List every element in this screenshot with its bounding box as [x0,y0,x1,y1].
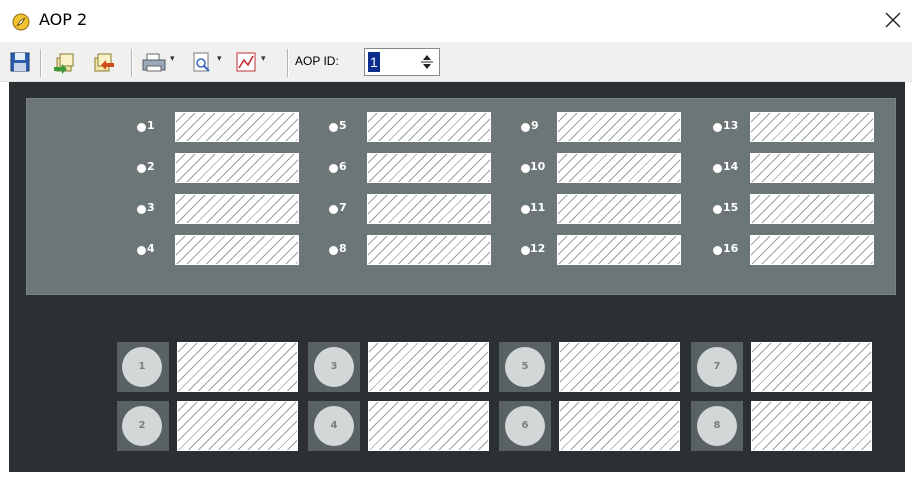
led-indicator [713,246,722,255]
led-number: 3 [147,201,155,214]
chevron-down-icon[interactable]: ▾ [217,55,222,64]
pushbutton-label-field[interactable] [177,401,298,451]
pushbutton-label-field[interactable] [368,342,489,392]
led-number: 1 [147,119,155,132]
print-icon[interactable] [141,50,167,74]
led-indicator [137,205,146,214]
pushbutton[interactable]: 5 [505,347,545,387]
window-title: AOP 2 [39,10,88,29]
pushbutton[interactable]: 3 [314,347,354,387]
led-label-field[interactable] [750,112,874,142]
led-label-field[interactable] [367,194,491,224]
led-label-field[interactable] [175,235,299,265]
toolbar-separator [40,49,41,77]
led-label-field[interactable] [175,112,299,142]
pushbutton[interactable]: 1 [122,347,162,387]
led-number: 6 [339,160,347,173]
pushbutton-label-field[interactable] [751,401,872,451]
pushbutton[interactable]: 6 [505,406,545,446]
toolbar-separator [131,49,132,77]
chevron-down-icon[interactable]: ▾ [170,55,175,64]
aop-id-value[interactable]: 1 [368,52,380,72]
report-icon[interactable] [234,50,258,74]
led-label-field[interactable] [750,194,874,224]
print-preview-icon[interactable] [190,50,214,74]
led-label-field[interactable] [175,194,299,224]
led-number: 12 [530,242,546,255]
led-indicator [137,123,146,132]
save-icon[interactable] [9,50,31,74]
led-indicator [521,246,530,255]
aop-id-label: AOP ID: [295,54,339,68]
led-number: 15 [723,201,739,214]
led-label-field[interactable] [557,235,681,265]
led-number: 10 [530,160,546,173]
pushbutton-label-field[interactable] [368,401,489,451]
led-indicator [713,123,722,132]
led-indicator [713,164,722,173]
led-indicator [521,205,530,214]
pushbutton-label-field[interactable] [177,342,298,392]
led-indicator [329,205,338,214]
pushbutton[interactable]: 7 [697,347,737,387]
led-indicator [521,164,530,173]
led-indicator [329,164,338,173]
led-label-field[interactable] [557,112,681,142]
led-number: 13 [723,119,739,132]
close-icon[interactable] [884,11,902,29]
pushbutton-label-field[interactable] [751,342,872,392]
led-indicator [329,246,338,255]
title-bar: AOP 2 [0,0,912,42]
led-number: 2 [147,160,155,173]
led-indicator [137,246,146,255]
led-label-field[interactable] [367,112,491,142]
led-label-field[interactable] [367,235,491,265]
pushbutton[interactable]: 2 [122,406,162,446]
led-number: 16 [723,242,739,255]
pushbutton[interactable]: 8 [697,406,737,446]
led-label-field[interactable] [557,153,681,183]
aop-panel: 1 2 3 4 5 6 7 8 9 10 11 12 13 14 15 16 1… [9,82,905,472]
led-indicator [329,123,338,132]
led-label-field[interactable] [557,194,681,224]
led-number: 9 [531,119,539,132]
spin-arrows-icon[interactable] [419,52,435,72]
led-number: 14 [723,160,739,173]
import-icon[interactable] [52,50,78,74]
led-number: 11 [530,201,546,214]
pushbutton-label-field[interactable] [559,401,680,451]
led-panel: 1 2 3 4 5 6 7 8 9 10 11 12 13 14 15 16 [27,99,895,294]
led-label-field[interactable] [367,153,491,183]
led-label-field[interactable] [750,153,874,183]
led-number: 7 [339,201,347,214]
led-indicator [713,205,722,214]
led-indicator [521,123,530,132]
led-label-field[interactable] [175,153,299,183]
led-number: 5 [339,119,347,132]
chevron-down-icon[interactable]: ▾ [261,55,266,64]
export-icon[interactable] [90,50,116,74]
toolbar: ▾ ▾ ▾ AOP ID: 1 [0,42,912,82]
led-number: 4 [147,242,155,255]
led-indicator [137,164,146,173]
led-label-field[interactable] [750,235,874,265]
pushbutton-label-field[interactable] [559,342,680,392]
compass-icon [12,13,30,31]
pushbutton[interactable]: 4 [314,406,354,446]
toolbar-separator [287,49,288,77]
led-number: 8 [339,242,347,255]
aop-id-spinner[interactable]: 1 [364,48,440,76]
